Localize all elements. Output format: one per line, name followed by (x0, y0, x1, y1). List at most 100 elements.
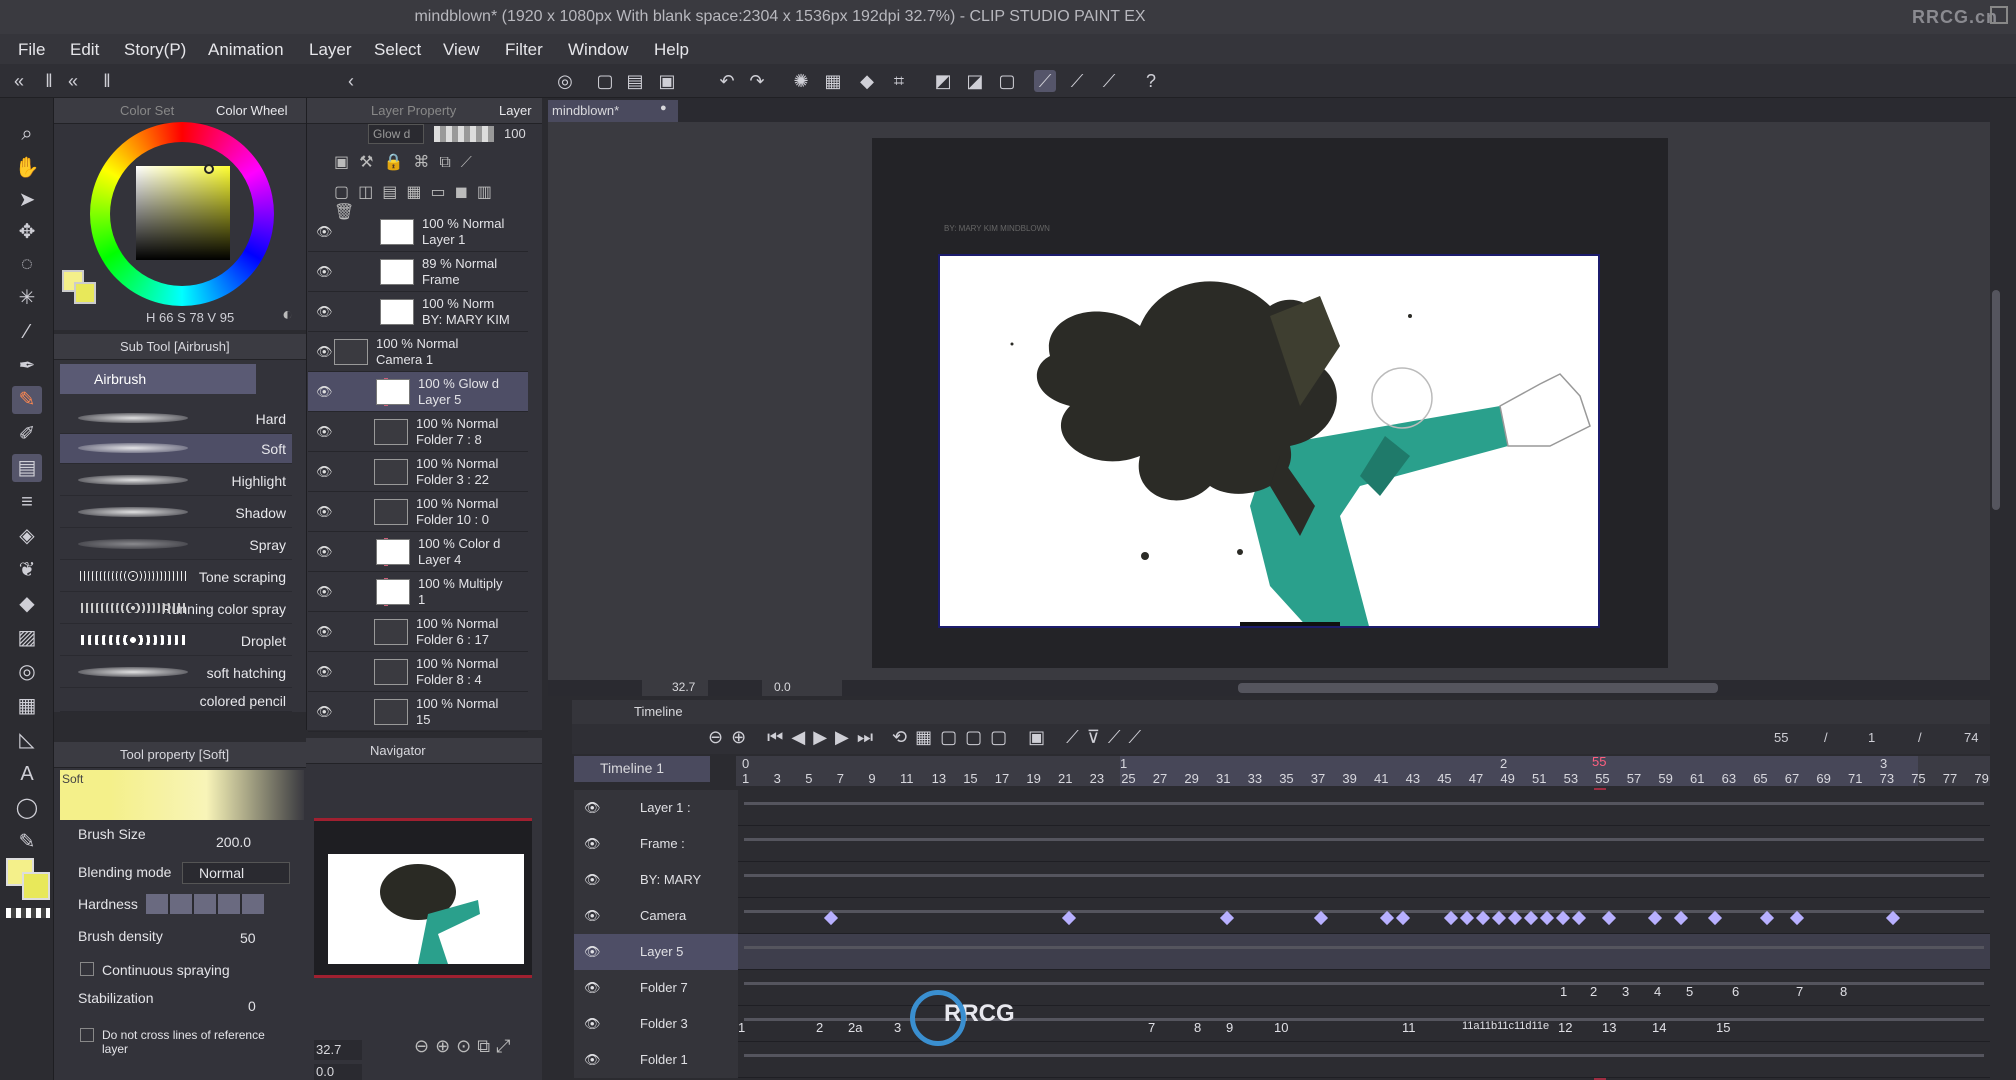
layer-row[interactable]: 👁 100 % Normal Folder 8 : 4 (308, 652, 528, 692)
no-cross-checkbox[interactable] (80, 1028, 94, 1042)
track-header[interactable]: 👁 Folder 3 (574, 1006, 738, 1042)
fill-icon[interactable]: ◆ (856, 70, 878, 92)
menu-window[interactable]: Window (568, 40, 628, 60)
transparent-color-icon[interactable] (6, 908, 50, 918)
eraser-tool-icon[interactable]: ◈ (12, 522, 42, 550)
navigator-angle[interactable]: 0.0 (314, 1064, 362, 1080)
brush-item[interactable]: Hard (60, 404, 292, 434)
blending-mode-select[interactable]: Normal (182, 862, 290, 884)
menu-filter[interactable]: Filter (505, 40, 543, 60)
frame-tool-icon[interactable]: ▦ (12, 692, 42, 720)
continuous-spraying-checkbox[interactable] (80, 962, 94, 976)
opacity-slider[interactable] (434, 126, 494, 142)
brush-item[interactable]: colored pencil (60, 690, 292, 712)
close-tab-icon[interactable]: ● (660, 102, 667, 114)
fill-tool-icon[interactable]: ◆ (12, 590, 42, 618)
transform-icon[interactable]: ⌗ (888, 70, 910, 92)
menu-select[interactable]: Select (374, 40, 421, 60)
timeline-track[interactable]: 👁 Layer 1 : (574, 790, 1990, 826)
no-cross-row[interactable]: Do not cross lines of reference layer (60, 1028, 292, 1058)
gradient-tool-icon[interactable]: ▨ (12, 624, 42, 652)
brush-item[interactable]: Spray (60, 530, 292, 560)
balloon-tool-icon[interactable]: ◯ (12, 794, 42, 822)
stabilization-row[interactable]: Stabilization 0 (60, 990, 292, 1020)
deselect-icon[interactable]: ◩ (932, 70, 954, 92)
menu-edit[interactable]: Edit (70, 40, 99, 60)
eye-icon[interactable]: 👁 (316, 664, 334, 679)
sub-color-chip[interactable] (74, 282, 96, 304)
stabilization-value[interactable]: 0 (248, 998, 256, 1014)
track-header[interactable]: 👁 Layer 5 (574, 934, 738, 970)
layer-row[interactable]: 👁 100 % Normal Camera 1 (308, 332, 528, 372)
airbrush-tool-icon[interactable]: ✎ (12, 386, 42, 414)
track-header[interactable]: 👁 Layer 1 : (574, 790, 738, 826)
layer-row[interactable]: 👁 100 % Normal Folder 3 : 22 (308, 452, 528, 492)
timeline-select[interactable]: Timeline 1 (574, 756, 710, 782)
eye-icon[interactable]: 👁 (316, 384, 334, 399)
snap-ruler-icon[interactable]: ⟋ (1034, 70, 1056, 92)
eye-icon[interactable]: 👁 (584, 800, 601, 816)
brush-size-value[interactable]: 200.0 (216, 834, 251, 850)
navigator-zoom[interactable]: 32.7 (314, 1040, 362, 1060)
brush-density-value[interactable]: 50 (240, 930, 256, 946)
brush-item[interactable]: Droplet (60, 626, 292, 656)
menu-story[interactable]: Story(P) (124, 40, 186, 60)
timeline-track[interactable]: 👁 BY: MARY (574, 862, 1990, 898)
auto-select-tool-icon[interactable]: ✳ (12, 284, 42, 312)
brush-density-row[interactable]: Brush density 50 (60, 926, 292, 956)
navigator-preview[interactable] (328, 854, 524, 964)
artboard[interactable] (938, 254, 1600, 628)
layer-row[interactable]: 👁 100 % Normal 15 (308, 692, 528, 732)
eye-icon[interactable]: 👁 (316, 544, 334, 559)
layer-row[interactable]: 👁 100 % Normal Folder 7 : 8 (308, 412, 528, 452)
pen-tool-icon[interactable]: ✒ (12, 352, 42, 380)
loading-icon[interactable]: ✺ (790, 70, 812, 92)
collapse-left-icon[interactable]: « (8, 70, 30, 92)
brush-item[interactable]: Running color spray (60, 594, 292, 624)
eye-icon[interactable]: 👁 (316, 464, 334, 479)
help-icon[interactable]: ? (1140, 70, 1162, 92)
eye-icon[interactable]: 👁 (316, 424, 334, 439)
blend-mode-select[interactable]: Glow d (368, 124, 424, 144)
eye-icon[interactable]: 👁 (316, 224, 334, 239)
layer-row[interactable]: 👁 100 % Color d Layer 4 (308, 532, 528, 572)
save-icon[interactable]: ▣ (656, 70, 678, 92)
menu-file[interactable]: File (18, 40, 45, 60)
timeline-track[interactable]: 👁 Layer 5 (574, 934, 1990, 970)
layer-row[interactable]: 👁 100 % Norm BY: MARY KIM (308, 292, 528, 332)
eye-icon[interactable]: 👁 (316, 584, 334, 599)
continuous-spraying-row[interactable]: Continuous spraying (60, 960, 292, 990)
panel-toggle-icon[interactable]: ‖ (96, 70, 118, 92)
open-file-icon[interactable]: ▤ (624, 70, 646, 92)
layer-row[interactable]: 👁 89 % Normal Frame (308, 252, 528, 292)
lasso-tool-icon[interactable]: ◌ (12, 250, 42, 278)
object-tool-icon[interactable]: ➤ (12, 186, 42, 214)
layer-tool-row[interactable]: ▣⚒🔒⌘⧉⟋ (334, 152, 530, 174)
text-tool-icon[interactable]: A (12, 760, 42, 788)
eye-icon[interactable]: 👁 (316, 344, 334, 359)
timeline-track[interactable]: 👁 Folder 7 (574, 970, 1990, 1006)
eye-icon[interactable]: 👁 (316, 624, 334, 639)
brush-item[interactable]: Tone scraping (60, 562, 292, 592)
menu-help[interactable]: Help (654, 40, 689, 60)
menu-animation[interactable]: Animation (208, 40, 284, 60)
opacity-value[interactable]: 100 (504, 126, 526, 141)
window-control-icon[interactable] (1990, 6, 2008, 24)
horizontal-scrollbar[interactable] (1238, 683, 1718, 693)
layer-row[interactable]: 👁 100 % Normal Layer 1 (308, 212, 528, 252)
color-picker-handle[interactable] (204, 164, 214, 174)
eye-icon[interactable]: 👁 (316, 504, 334, 519)
track-header[interactable]: 👁 Folder 7 (574, 970, 738, 1006)
eye-icon[interactable]: 👁 (316, 704, 334, 719)
layer-row[interactable]: 👁 100 % Normal Folder 10 : 0 (308, 492, 528, 532)
vertical-scrollbar[interactable] (1992, 290, 2000, 510)
brush-item[interactable]: Shadow (60, 498, 292, 528)
eye-icon[interactable]: 👁 (584, 980, 601, 996)
selection-border-icon[interactable]: ▢ (996, 70, 1018, 92)
sub-color-swatch[interactable] (22, 872, 50, 900)
color-mode-icon[interactable]: ◐ (282, 304, 293, 325)
tab-color-set[interactable]: Color Set (120, 103, 174, 118)
app-logo-icon[interactable]: ◎ (554, 70, 576, 92)
decoration-tool-icon[interactable]: ▤ (12, 454, 42, 482)
zoom-tool-icon[interactable]: ⌕ (12, 120, 42, 148)
